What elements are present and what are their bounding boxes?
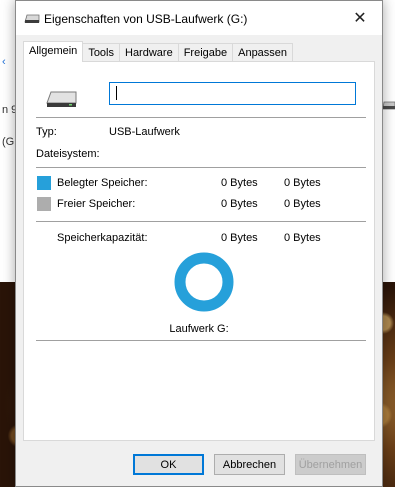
used-space-label: Belegter Speicher: <box>57 177 148 189</box>
used-space-swatch <box>37 176 51 190</box>
title-bar: Eigenschaften von USB-Laufwerk (G:) ✕ <box>16 1 382 35</box>
background-window-text-fragment: ‹ <box>2 56 6 68</box>
tab-anpassen[interactable]: Anpassen <box>232 43 294 62</box>
apply-button[interactable]: Übernehmen <box>295 454 366 475</box>
free-space-label: Freier Speicher: <box>57 198 136 210</box>
used-space-bytes: 0 Bytes <box>221 177 258 189</box>
type-value: USB-Laufwerk <box>109 126 180 138</box>
filesystem-label: Dateisystem: <box>36 148 100 160</box>
free-space-swatch <box>37 197 51 211</box>
usb-drive-icon <box>46 91 77 107</box>
tab-tools[interactable]: Tools <box>82 43 120 62</box>
separator <box>36 340 366 341</box>
tab-strip: Allgemein Tools Hardware Freigabe Anpass… <box>23 41 294 62</box>
background-drive-icon <box>382 101 395 110</box>
disk-usage-ring <box>174 252 234 312</box>
capacity-label: Speicherkapazität: <box>57 232 148 244</box>
type-label: Typ: <box>36 126 57 138</box>
general-tab-panel: Typ: USB-Laufwerk Dateisystem: Belegter … <box>23 61 375 441</box>
ok-button[interactable]: OK <box>133 454 204 475</box>
close-icon: ✕ <box>353 10 367 27</box>
free-space-bytes: 0 Bytes <box>221 198 258 210</box>
tab-hardware[interactable]: Hardware <box>119 43 179 62</box>
tab-freigabe[interactable]: Freigabe <box>177 43 234 62</box>
separator <box>36 221 366 222</box>
usb-drive-icon <box>24 14 40 23</box>
close-button[interactable]: ✕ <box>338 1 382 35</box>
window-title: Eigenschaften von USB-Laufwerk (G:) <box>44 12 248 26</box>
drive-name-input[interactable] <box>109 82 356 105</box>
drive-letter-label: Laufwerk G: <box>169 323 229 335</box>
text-caret <box>116 86 117 100</box>
tab-allgemein[interactable]: Allgemein <box>23 41 84 62</box>
capacity-size: 0 Bytes <box>284 232 321 244</box>
free-space-ring-segment <box>174 252 234 312</box>
capacity-bytes: 0 Bytes <box>221 232 258 244</box>
used-space-size: 0 Bytes <box>284 177 321 189</box>
separator <box>36 167 366 168</box>
cancel-button[interactable]: Abbrechen <box>214 454 285 475</box>
separator <box>36 117 366 118</box>
background-window-text-fragment: (G <box>2 136 15 148</box>
free-space-size: 0 Bytes <box>284 198 321 210</box>
properties-dialog: Eigenschaften von USB-Laufwerk (G:) ✕ Al… <box>15 0 383 487</box>
